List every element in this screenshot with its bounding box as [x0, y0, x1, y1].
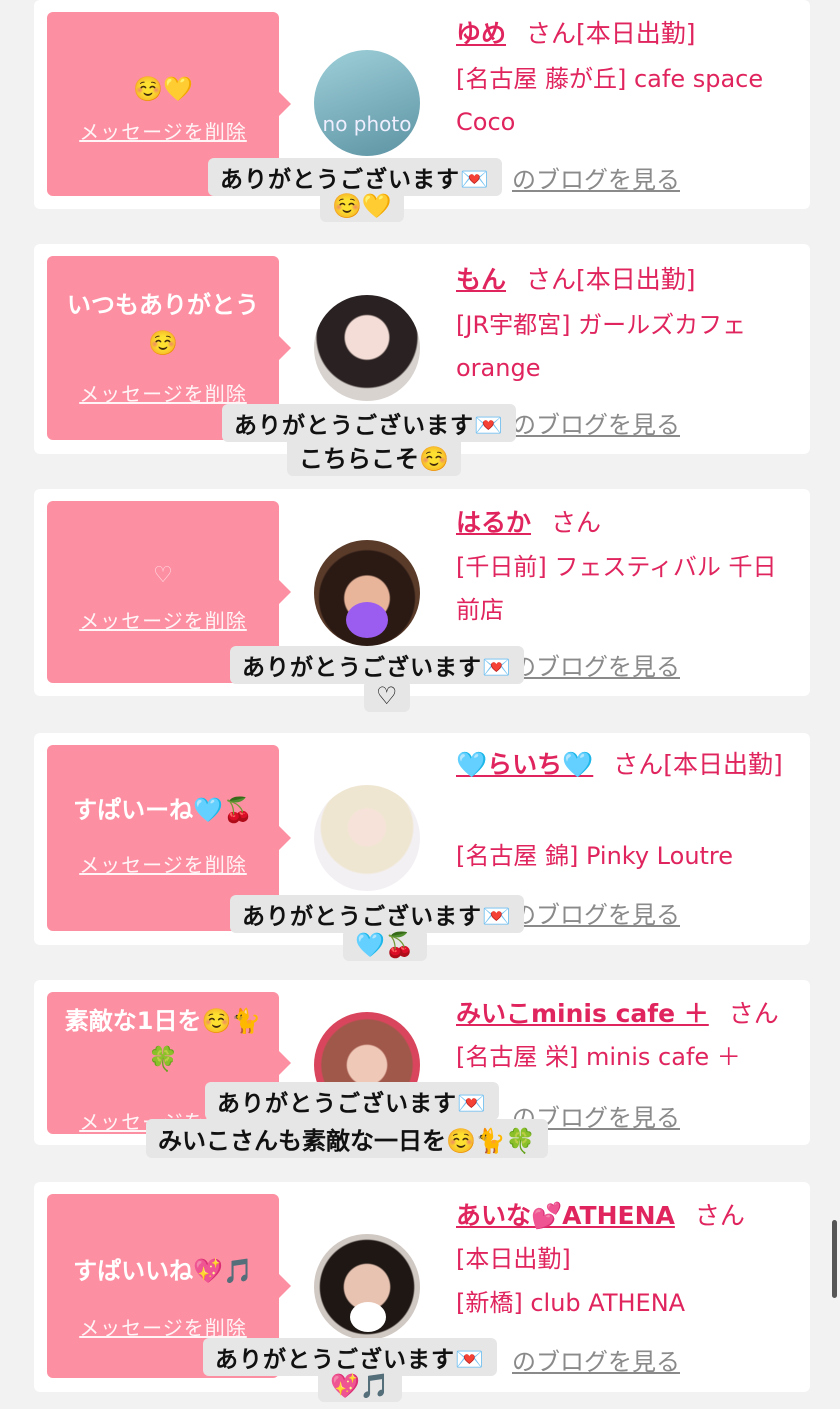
cast-name-line: みいこminis cafe ＋ さん: [456, 992, 796, 1035]
message-text: 素敵な1日を☺️🐈🍀: [64, 1007, 262, 1073]
cast-name-link[interactable]: みいこminis cafe ＋: [456, 999, 709, 1028]
cast-name-link[interactable]: はるか: [456, 508, 531, 537]
status-text: [本日出勤]: [663, 750, 783, 779]
view-blog-link[interactable]: のブログを見る: [512, 647, 680, 682]
delete-message-link[interactable]: メッセージを削除: [47, 116, 279, 145]
heart-sticker-icon: [350, 1302, 386, 1332]
message-text: いつもありがとう☺️: [67, 291, 259, 357]
cast-name-link[interactable]: もん: [456, 265, 506, 294]
shop-name: [千日前] フェスティバル 千日前店: [456, 553, 777, 624]
honorific: さん: [551, 508, 602, 537]
status-text: [本日出勤]: [456, 1245, 571, 1273]
view-blog-link[interactable]: のブログを見る: [512, 405, 680, 440]
shop-name: [名古屋 藤が丘] cafe space Coco: [456, 65, 764, 136]
cast-name-line: もん さん[本日出勤]: [456, 258, 796, 301]
honorific: さん: [694, 1201, 745, 1230]
delete-message-link[interactable]: メッセージを削除: [47, 605, 279, 634]
reply-header: ありがとうございます💌: [230, 895, 524, 933]
shop-name: [新橋] club ATHENA: [456, 1289, 686, 1317]
shop-name: [名古屋 栄] minis cafe ＋: [456, 1043, 741, 1071]
reply-body: 💖🎵: [318, 1370, 402, 1402]
message-text: ♡: [153, 563, 173, 588]
cast-name-link[interactable]: ゆめ: [456, 19, 506, 48]
reply-header: ありがとうございます💌: [230, 646, 524, 684]
delete-message-link[interactable]: メッセージを削除: [47, 849, 279, 878]
reply-body: ☺️💛: [320, 190, 404, 222]
delete-message-link[interactable]: メッセージを削除: [47, 378, 279, 407]
reply-body: みいこさんも素敵な一日を☺️🐈🍀: [146, 1119, 548, 1158]
reply-body: こちらこそ☺️: [287, 437, 461, 476]
status-text: [本日出勤]: [576, 19, 696, 48]
honorific: さん: [526, 19, 577, 48]
avatar[interactable]: [314, 785, 420, 891]
cast-name-line: ゆめ さん[本日出勤]: [456, 12, 796, 55]
view-blog-link[interactable]: のブログを見る: [512, 160, 680, 195]
view-blog-link[interactable]: のブログを見る: [512, 1342, 680, 1377]
avatar[interactable]: [314, 1234, 420, 1340]
avatar[interactable]: [314, 540, 420, 646]
view-blog-link[interactable]: のブログを見る: [512, 895, 680, 930]
delete-message-link[interactable]: メッセージを削除: [47, 1312, 279, 1341]
cast-name-line: あいな💕ATHENA さん: [456, 1194, 796, 1237]
cast-name-line: はるか さん: [456, 501, 796, 544]
message-text: すぱいいね💖🎵: [73, 1257, 253, 1285]
cast-name-link[interactable]: 🩵らいち🩵: [456, 750, 593, 779]
reply-header: ありがとうございます💌: [205, 1082, 499, 1120]
reply-body: ♡: [364, 680, 410, 712]
avatar[interactable]: [314, 295, 420, 401]
avatar[interactable]: no photo: [314, 50, 420, 156]
honorific: さん: [526, 265, 577, 294]
honorific: さん: [728, 999, 779, 1028]
scrollbar[interactable]: [832, 1220, 837, 1298]
shop-name: [JR宇都宮] ガールズカフェ orange: [456, 311, 747, 382]
no-photo-placeholder: no photo: [322, 112, 412, 136]
cast-name-link[interactable]: あいな💕ATHENA: [456, 1201, 675, 1230]
reply-body: 🩵🍒: [343, 929, 427, 961]
status-text: [本日出勤]: [576, 265, 696, 294]
cast-name-line: 🩵らいち🩵 さん[本日出勤]: [456, 743, 796, 786]
message-text: ☺️💛: [133, 75, 193, 103]
honorific: さん: [613, 750, 664, 779]
shop-name: [名古屋 錦] Pinky Loutre: [456, 842, 734, 870]
message-text: すぱいーね🩵🍒: [73, 796, 253, 824]
heart-sticker-icon: [346, 602, 388, 638]
